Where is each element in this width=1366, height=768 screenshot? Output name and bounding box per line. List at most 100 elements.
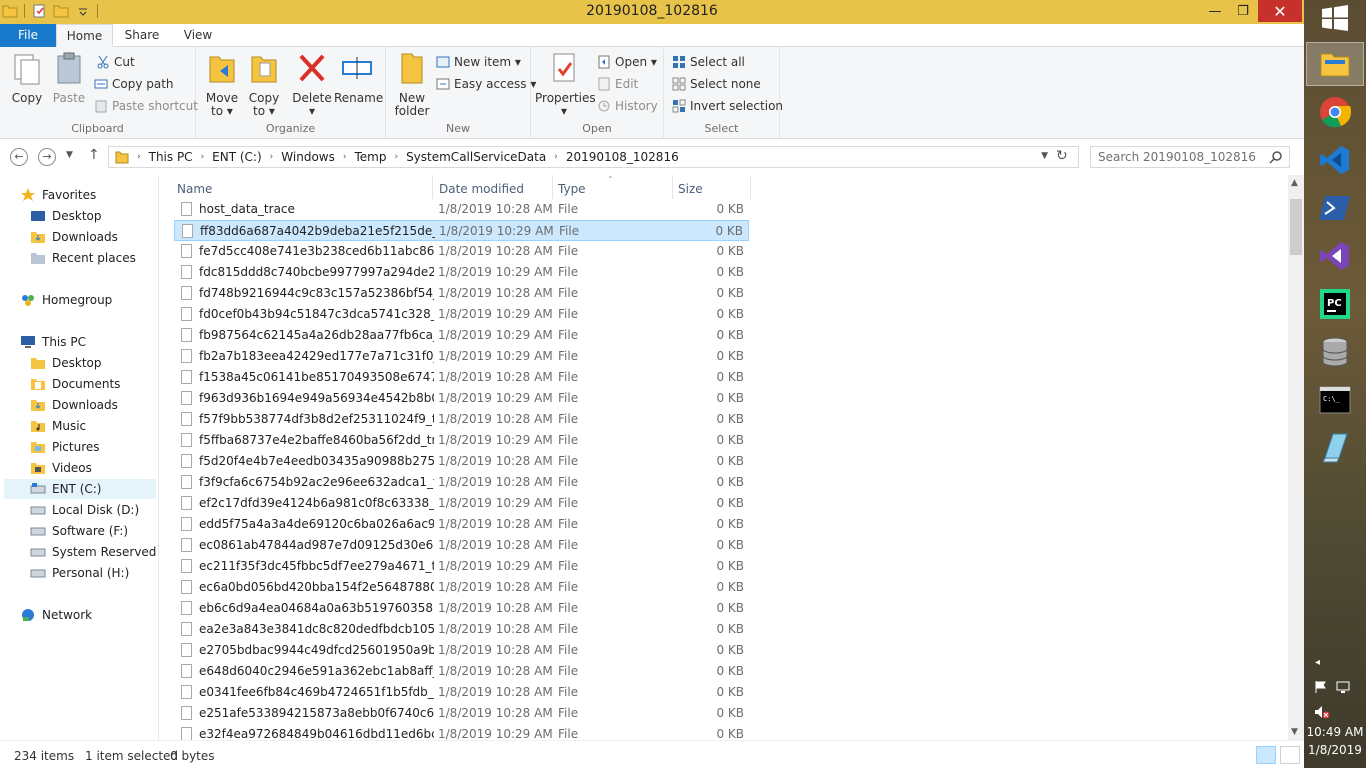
powershell-icon[interactable] [1316, 189, 1354, 227]
nav-this-pc[interactable]: This PC [20, 332, 86, 352]
column-separator[interactable] [672, 175, 673, 199]
nav-desktop[interactable]: Desktop [30, 206, 102, 226]
tab-view[interactable]: View [176, 24, 220, 47]
nav-software-f[interactable]: Software (F:) [30, 521, 128, 541]
file-row[interactable]: fb987564c62145a4a26db28aa77fb6ca_trace 1/… [174, 325, 749, 346]
database-icon[interactable] [1316, 333, 1354, 371]
clock-date[interactable]: 1/8/2019 [1304, 743, 1366, 757]
file-row[interactable]: ff83dd6a687a4042b9deba21e5f215de_trace 1/… [174, 220, 749, 241]
file-row[interactable]: ec211f35f3dc45fbbc5df7ee279a4671_trace 1/… [174, 556, 749, 577]
column-size[interactable]: Size [678, 182, 703, 196]
file-row[interactable]: f5ffba68737e4e2baffe8460ba56f2dd_trace 1/… [174, 430, 749, 451]
copy-to-button[interactable]: Copy to ▾ [244, 51, 284, 118]
cut-button[interactable]: Cut [96, 53, 135, 71]
nav-homegroup[interactable]: Homegroup [20, 290, 112, 310]
file-row[interactable]: f963d936b1694e949a56934e4542b8b0_trace 1/… [174, 388, 749, 409]
nav-ent-drive[interactable]: ENT (C:) [4, 479, 156, 499]
file-row[interactable]: f5d20f4e4b7e4eedb03435a90988b275_trace 1/… [174, 451, 749, 472]
file-row[interactable]: eb6c6d9a4ea04684a0a63b519760358b_tra... 1… [174, 598, 749, 619]
tab-home[interactable]: Home [56, 24, 113, 47]
file-row[interactable]: f3f9cfa6c6754b92ac2e96ee632adca1_trace 1/… [174, 472, 749, 493]
column-date-modified[interactable]: Date modified [439, 182, 524, 196]
file-row[interactable]: fdc815ddd8c740bcbe9977997a294de2_tra... 1… [174, 262, 749, 283]
file-row[interactable]: e2705bdbac9944c49dfcd25601950a9b_tra... 1… [174, 640, 749, 661]
nav-videos[interactable]: Videos [30, 458, 92, 478]
file-row[interactable]: fb2a7b183eea42429ed177e7a71c31f0_trace 1/… [174, 346, 749, 367]
file-row[interactable]: host_data_trace 1/8/2019 10:28 AM File 0 KB [174, 199, 749, 220]
tab-share[interactable]: Share [118, 24, 166, 47]
pycharm-icon[interactable]: PC [1316, 285, 1354, 323]
history-button[interactable]: History [597, 97, 658, 115]
invert-selection-button[interactable]: Invert selection [672, 97, 783, 115]
vertical-scrollbar[interactable]: ▲ ▼ [1288, 175, 1304, 740]
nav-pictures[interactable]: Pictures [30, 437, 100, 457]
file-row[interactable]: ea2e3a843e3841dc8c820dedfbdcb105_tra... 1… [174, 619, 749, 640]
column-separator[interactable] [750, 175, 751, 199]
start-windows-icon[interactable] [1322, 5, 1348, 31]
nav-favorites[interactable]: Favorites [20, 185, 96, 205]
chrome-icon[interactable] [1316, 93, 1354, 131]
file-explorer-icon[interactable] [1316, 45, 1354, 83]
scroll-up-icon[interactable]: ▲ [1291, 178, 1298, 188]
clock-time[interactable]: 10:49 AM [1304, 725, 1366, 739]
column-type[interactable]: Type [558, 182, 586, 196]
file-row[interactable]: edd5f75a4a3a4de69120c6ba026a6ac9_trace 1/… [174, 514, 749, 535]
file-row[interactable]: ef2c17dfd39e4124b6a981c0f8c63338_trace 1/… [174, 493, 749, 514]
paste-button[interactable]: Paste [50, 51, 88, 105]
search-input[interactable]: Search 20190108_102816 [1090, 146, 1290, 168]
breadcrumb-temp[interactable]: Temp [354, 150, 386, 164]
scroll-down-icon[interactable]: ▼ [1291, 727, 1298, 737]
open-button[interactable]: Open ▾ [597, 53, 657, 71]
new-folder-button[interactable]: New folder [392, 51, 432, 118]
nav-music[interactable]: Music [30, 416, 86, 436]
file-row[interactable]: ec0861ab47844ad987e7d09125d30e66_tra... 1… [174, 535, 749, 556]
file-row[interactable]: fd748b9216944c9c83c157a52386bf54_trace 1/… [174, 283, 749, 304]
rename-button[interactable]: Rename [334, 51, 383, 105]
breadcrumb-windows[interactable]: Windows [281, 150, 335, 164]
move-to-button[interactable]: Move to ▾ [202, 51, 242, 118]
large-icons-view-icon[interactable] [1280, 746, 1300, 764]
show-hidden-icons-icon[interactable]: ◂ [1315, 657, 1320, 668]
copy-path-button[interactable]: Copy path [94, 75, 174, 93]
details-view-icon[interactable] [1256, 746, 1276, 764]
breadcrumb-current[interactable]: 20190108_102816 [566, 150, 679, 164]
command-prompt-icon[interactable]: C:\_ [1316, 381, 1354, 419]
column-separator[interactable] [432, 175, 433, 199]
forward-arrow-icon[interactable]: → [38, 148, 56, 166]
address-bar[interactable]: › This PC › ENT (C:) › Windows › Temp › … [108, 146, 1079, 168]
copy-button[interactable]: Copy [8, 51, 46, 105]
file-row[interactable]: e0341fee6fb84c469b4724651f1b5fdb_trace 1/… [174, 682, 749, 703]
notepad-icon[interactable] [1316, 429, 1354, 467]
nav-downloads[interactable]: Downloads [30, 227, 118, 247]
scroll-thumb[interactable] [1290, 199, 1302, 255]
select-none-button[interactable]: Select none [672, 75, 761, 93]
visual-studio-icon[interactable] [1316, 237, 1354, 275]
nav-local-d[interactable]: Local Disk (D:) [30, 500, 139, 520]
breadcrumb-systemcallservicedata[interactable]: SystemCallServiceData [406, 150, 546, 164]
file-row[interactable]: fd0cef0b43b94c51847c3dca5741c328_trace 1/… [174, 304, 749, 325]
chevron-down-icon[interactable]: ▼ [1041, 151, 1048, 161]
nav-pc-desktop[interactable]: Desktop [30, 353, 102, 373]
breadcrumb-ent[interactable]: ENT (C:) [212, 150, 262, 164]
nav-system-reserved[interactable]: System Reserved (G:) [30, 542, 158, 562]
column-separator[interactable] [552, 175, 553, 199]
file-row[interactable]: fe7d5cc408e741e3b238ced6b11abc86_trace 1/… [174, 241, 749, 262]
up-arrow-icon[interactable]: ↑ [88, 147, 100, 163]
select-all-button[interactable]: Select all [672, 53, 745, 71]
delete-button[interactable]: Delete ▾ [292, 51, 332, 118]
nav-pc-downloads[interactable]: Downloads [30, 395, 118, 415]
nav-recent-places[interactable]: Recent places [30, 248, 136, 268]
file-row[interactable]: e251afe533894215873a8ebb0f6740c6_trace 1/… [174, 703, 749, 724]
easy-access-button[interactable]: Easy access ▾ [436, 75, 536, 93]
nav-personal-h[interactable]: Personal (H:) [30, 563, 129, 583]
column-name[interactable]: Name [177, 182, 212, 196]
back-arrow-icon[interactable]: ← [10, 148, 28, 166]
nav-network[interactable]: Network [20, 605, 92, 625]
refresh-icon[interactable]: ↻ [1056, 148, 1068, 164]
file-row[interactable]: f57f9bb538774df3b8d2ef25311024f9_trace 1/… [174, 409, 749, 430]
file-row[interactable]: f1538a45c06141be85170493508e6747_trace 1/… [174, 367, 749, 388]
file-row[interactable]: e648d6040c2946e591a362ebc1ab8aff_trace 1/… [174, 661, 749, 682]
maximize-button[interactable]: ❐ [1228, 0, 1258, 22]
paste-shortcut-button[interactable]: Paste shortcut [94, 97, 198, 115]
breadcrumb-this-pc[interactable]: This PC [149, 150, 193, 164]
